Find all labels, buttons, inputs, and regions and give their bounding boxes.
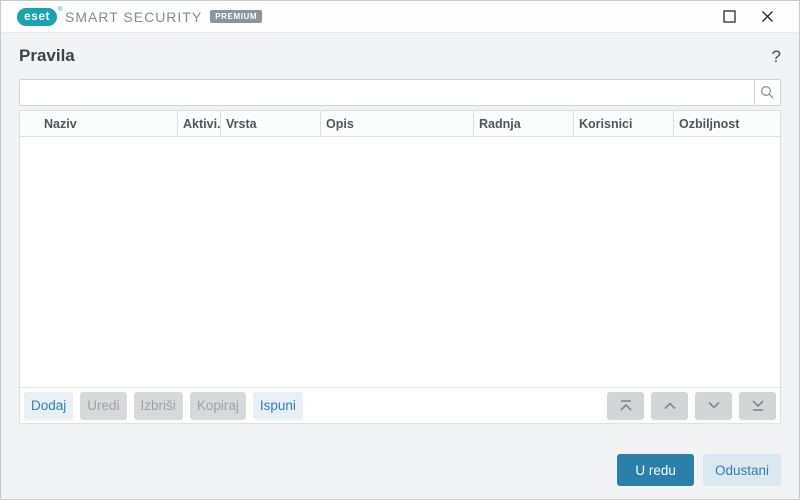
search-bar	[19, 79, 781, 106]
column-header-ozbiljnost[interactable]: Ozbiljnost	[674, 111, 780, 136]
column-header-opis[interactable]: Opis	[321, 111, 474, 136]
maximize-icon	[722, 10, 736, 23]
move-bottom-button[interactable]	[739, 391, 776, 420]
chevron-up-icon	[661, 399, 679, 412]
eset-logo: eset ®	[17, 7, 63, 26]
cancel-button[interactable]: Odustani	[702, 454, 781, 486]
move-down-button[interactable]	[695, 391, 732, 420]
maximize-button[interactable]	[721, 9, 737, 25]
dialog-footer: U redu Odustani	[1, 424, 799, 499]
close-button[interactable]	[759, 9, 775, 25]
panel-toolbar: Dodaj Uredi Izbriši Kopiraj Ispuni	[20, 387, 780, 423]
registered-trademark: ®	[58, 6, 64, 13]
column-header-aktivirano[interactable]: Aktivi...	[178, 111, 221, 136]
column-header-vrsta[interactable]: Vrsta	[221, 111, 321, 136]
titlebar: eset ® SMART SECURITY PREMIUM	[1, 1, 799, 33]
brand-logo: eset ® SMART SECURITY PREMIUM	[17, 7, 263, 26]
page-header: Pravila ?	[1, 33, 799, 79]
add-button[interactable]: Dodaj	[24, 391, 74, 420]
chevron-up-to-line-icon	[617, 399, 635, 412]
column-header-radnja[interactable]: Radnja	[474, 111, 574, 136]
column-header-naziv[interactable]: Naziv	[20, 111, 178, 136]
fill-button[interactable]: Ispuni	[252, 391, 303, 420]
chevron-down-to-line-icon	[749, 399, 767, 412]
close-icon	[761, 10, 774, 23]
eset-logo-text: eset	[24, 8, 51, 23]
copy-button[interactable]: Kopiraj	[189, 391, 246, 420]
app-window: eset ® SMART SECURITY PREMIUM Pravila ?	[0, 0, 800, 500]
page-title: Pravila	[19, 46, 75, 65]
column-header-korisnici[interactable]: Korisnici	[574, 111, 674, 136]
edit-button[interactable]: Uredi	[80, 391, 127, 420]
chevron-down-icon	[705, 399, 723, 412]
premium-badge: PREMIUM	[210, 10, 263, 23]
rules-panel: Naziv Aktivi... Vrsta Opis Radnja Korisn…	[19, 110, 781, 424]
search-input[interactable]	[20, 80, 754, 105]
help-button[interactable]: ?	[772, 48, 781, 65]
move-top-button[interactable]	[607, 391, 644, 420]
search-button[interactable]	[754, 80, 780, 105]
ok-button[interactable]: U redu	[617, 454, 694, 486]
delete-button[interactable]: Izbriši	[133, 391, 183, 420]
help-icon: ?	[771, 46, 781, 66]
table-body-empty	[20, 137, 780, 387]
window-controls	[721, 9, 775, 25]
move-up-button[interactable]	[651, 391, 688, 420]
product-name-label: SMART SECURITY	[65, 8, 203, 25]
table-header: Naziv Aktivi... Vrsta Opis Radnja Korisn…	[20, 111, 780, 137]
search-icon	[760, 85, 775, 100]
